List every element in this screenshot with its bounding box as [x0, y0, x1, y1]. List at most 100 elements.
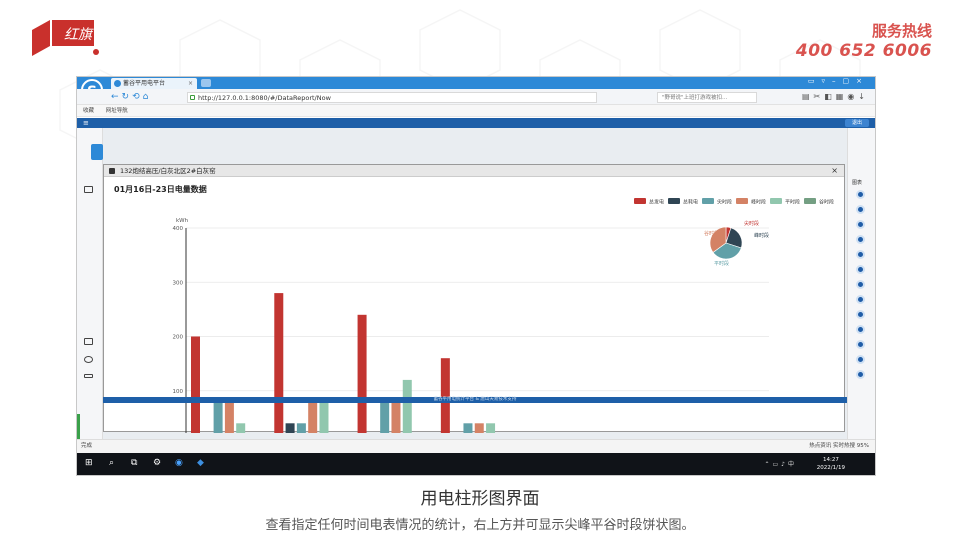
legend-label: 尖时段 — [717, 199, 732, 206]
status-right: 热点资讯 实时热搜 95% — [809, 443, 869, 449]
favorites-bar: 收藏 网址导航 — [77, 105, 875, 117]
app-footer: 蓄谷平用电统计平台 & 唐山天易技术支持 — [103, 397, 847, 403]
user-icon[interactable] — [84, 356, 93, 363]
bar-总耗电 — [285, 423, 295, 433]
tab-favicon-icon — [114, 80, 121, 87]
browser-status-bar: 完成 热点资讯 实时热搜 95% — [77, 439, 875, 453]
pie-label: 平时段 — [714, 260, 729, 267]
rail-action-button[interactable] — [856, 310, 865, 319]
address-text: http://127.0.0.1:8080/#/DataReport/Now — [198, 94, 331, 102]
search-icon[interactable]: ⌕ — [109, 458, 114, 468]
user-badge-icon — [91, 144, 103, 160]
status-left: 完成 — [81, 443, 93, 449]
search-input[interactable]: "野哥说"上班打游戏被扣… — [657, 92, 757, 103]
bar-平时段 — [402, 379, 412, 433]
window-controls[interactable]: ▭▿–▢× — [808, 77, 869, 85]
navigation-buttons[interactable]: ←↻⟲⌂ — [111, 92, 151, 102]
toolbar-icons[interactable]: ▤✂◧▦◉↓ — [802, 92, 869, 101]
browser-taskbar-icon[interactable]: ◉ — [175, 458, 183, 468]
right-rail: 图表 — [847, 128, 875, 439]
caption-subtitle: 查看指定任何时间电表情况的统计，右上方并可显示尖峰平谷时段饼状图。 — [265, 518, 695, 533]
y-tick-label: 200 — [173, 335, 184, 341]
bar-尖时段 — [380, 401, 390, 433]
rail-action-button[interactable] — [856, 235, 865, 244]
bar-峰时段 — [224, 401, 234, 433]
browser-tab[interactable]: 蓄谷平用电平台 × — [111, 78, 197, 89]
rail-action-button[interactable] — [856, 190, 865, 199]
close-icon[interactable]: × — [831, 165, 838, 177]
tab-title: 蓄谷平用电平台 — [123, 80, 166, 87]
chart-dialog: 132炮结高压/白灰北区2#白灰窑 × 01月16日-23日电量数据 kWh01… — [103, 164, 845, 433]
rail-action-button[interactable] — [856, 340, 865, 349]
bar-平时段 — [486, 423, 496, 433]
service-hotline: 服务热线 400 652 6006 — [796, 20, 932, 61]
legend-swatch — [634, 198, 646, 204]
pie-label: 峰时段 — [754, 232, 769, 239]
legend-label: 总发电 — [649, 199, 664, 206]
legend-swatch — [770, 198, 782, 204]
rail-action-button[interactable] — [856, 205, 865, 214]
rail-action-button[interactable] — [856, 295, 865, 304]
bar-峰时段 — [474, 423, 484, 433]
bar-峰时段 — [308, 401, 318, 433]
settings-icon[interactable]: ⚙ — [153, 458, 161, 468]
favorites-item[interactable]: 网址导航 — [106, 108, 128, 114]
rail-action-button[interactable] — [856, 220, 865, 229]
key-icon[interactable] — [84, 374, 93, 378]
legend-swatch — [668, 198, 680, 204]
bar-平时段 — [319, 401, 329, 433]
bar-尖时段 — [296, 423, 306, 433]
dialog-title: 132炮结高压/白灰北区2#白灰窑 — [120, 167, 216, 175]
legend-swatch — [736, 198, 748, 204]
legend-swatch — [804, 198, 816, 204]
pie-label: 谷时段 — [704, 230, 719, 237]
bar-chart: kWh010020030040001月16日周日01月17日周一01月18日周二… — [173, 198, 834, 433]
legend-label: 平时段 — [785, 199, 800, 206]
logout-button[interactable]: 退出 — [845, 119, 869, 127]
y-tick-label: 400 — [173, 226, 184, 232]
new-tab-button[interactable] — [201, 79, 211, 87]
rail-action-button[interactable] — [856, 250, 865, 259]
favorites-item[interactable]: 收藏 — [83, 108, 94, 114]
left-rail — [77, 128, 103, 446]
bar-平时段 — [236, 423, 246, 433]
bar-总发电 — [191, 336, 200, 433]
y-tick-label: 100 — [173, 389, 184, 395]
legend-label: 谷时段 — [819, 199, 834, 206]
rail-action-button[interactable] — [856, 325, 865, 334]
clock-time: 14:27 — [822, 457, 839, 463]
svg-text:红旗: 红旗 — [64, 27, 94, 43]
dialog-icon — [109, 168, 115, 174]
image-icon[interactable] — [84, 338, 93, 345]
address-bar[interactable]: http://127.0.0.1:8080/#/DataReport/Now — [187, 92, 597, 103]
app-header: ≡ 退出 — [77, 118, 875, 128]
vscode-icon[interactable]: ◆ — [197, 458, 204, 468]
bar-峰时段 — [391, 401, 401, 433]
dialog-header: 132炮结高压/白灰北区2#白灰窑 × — [104, 165, 844, 177]
hotline-title: 服务热线 — [871, 22, 932, 40]
rail-action-button[interactable] — [856, 370, 865, 379]
bar-尖时段 — [213, 401, 223, 433]
clock-date: 2022/1/19 — [816, 465, 845, 471]
bar-总发电 — [357, 314, 367, 433]
legend-label: 峰时段 — [751, 199, 766, 206]
taskbar-clock[interactable]: 14:27 2022/1/19 — [817, 456, 845, 472]
rail-action-button[interactable] — [856, 265, 865, 274]
menu-icon[interactable]: ≡ — [83, 119, 89, 127]
hotline-number: 400 652 6006 — [795, 41, 932, 61]
legend-label: 总耗电 — [683, 199, 698, 206]
y-axis-label: kWh — [176, 218, 189, 224]
rail-action-button[interactable] — [856, 355, 865, 364]
start-icon[interactable]: ⊞ — [85, 458, 93, 468]
task-view-icon[interactable]: ⧉ — [131, 458, 137, 468]
tab-close-icon[interactable]: × — [188, 78, 193, 89]
system-tray[interactable]: ⌃▭♪中 — [764, 459, 797, 468]
right-rail-label: 图表 — [852, 180, 863, 186]
report-icon[interactable] — [84, 186, 93, 193]
legend-swatch — [702, 198, 714, 204]
secure-icon — [190, 95, 195, 100]
bar-尖时段 — [463, 423, 473, 433]
app-area: ≡ 退出 图表 132炮结高压/白灰北区2#白灰窑 × 01月16日-23日电量… — [77, 118, 875, 446]
caption-title: 用电柱形图界面 — [420, 489, 540, 509]
rail-action-button[interactable] — [856, 280, 865, 289]
